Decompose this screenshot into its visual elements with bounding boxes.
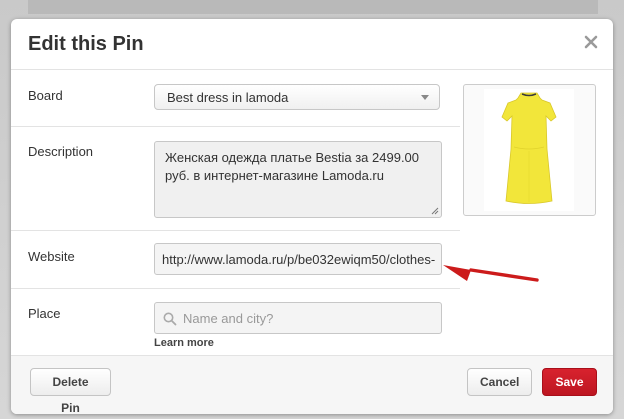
board-select[interactable]: Best dress in lamoda (154, 84, 440, 110)
place-placeholder: Name and city? (183, 311, 274, 326)
dialog-header: Edit this Pin (11, 19, 613, 70)
chevron-down-icon (421, 95, 429, 100)
close-icon (584, 35, 598, 49)
save-button[interactable]: Save (542, 368, 597, 396)
description-text: Женская одежда платье Bestia за 2499.00 … (165, 150, 420, 183)
close-button[interactable] (581, 32, 601, 52)
website-input[interactable]: http://www.lamoda.ru/p/be032ewiqm50/clot… (154, 243, 442, 275)
description-row: Description Женская одежда платье Bestia… (11, 127, 460, 231)
backdrop-strip (28, 0, 598, 14)
place-label: Place (28, 306, 61, 321)
resize-grip-icon[interactable] (431, 207, 439, 215)
place-input[interactable]: Name and city? (154, 302, 442, 334)
place-row: Place Name and city? Learn more (11, 289, 460, 359)
learn-more-link[interactable]: Learn more (154, 337, 214, 349)
board-label: Board (28, 88, 63, 103)
dialog-title: Edit this Pin (28, 33, 144, 55)
dialog-footer: Delete Pin Cancel Save (11, 355, 613, 414)
description-label: Description (28, 144, 94, 159)
cancel-button[interactable]: Cancel (467, 368, 532, 396)
board-select-value: Best dress in lamoda (167, 90, 289, 105)
pin-form: Board Best dress in lamoda Description Ж… (11, 70, 460, 359)
search-icon (163, 312, 177, 326)
delete-pin-button[interactable]: Delete Pin (30, 368, 111, 414)
dress-image (484, 89, 574, 211)
website-label: Website (28, 249, 75, 264)
dress-icon (501, 92, 557, 204)
edit-pin-dialog: Edit this Pin Board Best dress in lamoda… (11, 19, 613, 414)
red-arrow-annotation (443, 265, 539, 282)
pin-image-preview (463, 84, 596, 216)
website-row: Website http://www.lamoda.ru/p/be032ewiq… (11, 231, 460, 289)
description-textarea[interactable]: Женская одежда платье Bestia за 2499.00 … (154, 141, 442, 218)
board-row: Board Best dress in lamoda (11, 70, 460, 127)
